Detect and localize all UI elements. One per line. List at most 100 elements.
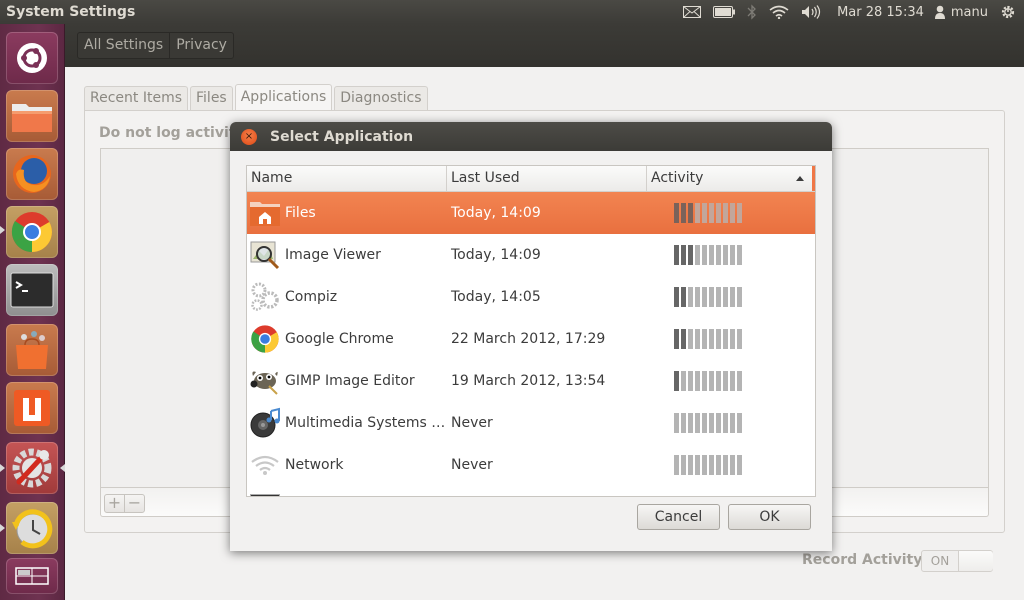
activity-bar-empty [695,203,700,223]
launcher-workspace-switcher[interactable] [6,558,58,594]
activity-bar-empty [716,245,721,265]
activity-bar-empty [695,371,700,391]
app-last-used: 22 March 2012, 17:29 [451,331,606,347]
activity-meter [674,287,742,307]
column-header-activity[interactable]: Activity [647,166,815,191]
activity-bar-empty [730,371,735,391]
activity-bar-empty [730,203,735,223]
record-activity-toggle[interactable]: ON [921,550,993,572]
activity-bar-empty [688,413,693,433]
activity-meter [674,329,742,349]
tab-files[interactable]: Files [190,86,233,110]
toggle-knob[interactable] [958,551,993,571]
app-name: Network [285,457,344,473]
volume-icon[interactable] [801,0,821,24]
running-indicator [0,524,5,532]
breadcrumb-privacy[interactable]: Privacy [170,33,233,58]
list-row-gimp[interactable]: GIMP Image Editor 19 March 2012, 13:54 [247,360,815,402]
activity-bar-filled [674,203,679,223]
launcher-ubuntu-one[interactable] [6,382,58,434]
list-row-image-viewer[interactable]: Image Viewer Today, 14:09 [247,234,815,276]
toggle-state-label: ON [930,554,950,568]
launcher-terminal[interactable] [6,264,58,316]
user-menu[interactable]: manu [934,0,988,24]
launcher-files[interactable] [6,90,58,142]
activity-bar-empty [702,371,707,391]
activity-bar-empty [723,203,728,223]
mail-icon[interactable] [683,0,702,24]
list-row-network[interactable]: Network Never [247,444,815,486]
user-name: manu [950,4,988,20]
activity-bar-empty [695,329,700,349]
add-application-button[interactable]: + [104,494,125,513]
launcher-chrome[interactable] [6,206,58,258]
activity-bar-empty [730,245,735,265]
battery-icon[interactable] [713,0,736,24]
dialog-titlebar[interactable]: × Select Application [230,122,832,151]
running-indicator [0,464,5,472]
activity-bar-empty [737,203,742,223]
activity-bar-empty [709,455,714,475]
tab-diagnostics[interactable]: Diagnostics [334,86,428,110]
activity-meter [674,455,742,475]
column-header-name[interactable]: Name [247,166,447,191]
activity-bar-filled [681,329,686,349]
activity-bar-filled [674,245,679,265]
activity-bar-filled [688,203,693,223]
cancel-button[interactable]: Cancel [637,504,720,530]
activity-bar-empty [709,245,714,265]
breadcrumb-all-settings[interactable]: All Settings [78,33,171,58]
activity-bar-empty [681,371,686,391]
app-last-used: Never [451,457,493,473]
column-header-last-used[interactable]: Last Used [447,166,647,191]
clock[interactable]: Mar 28 15:34 [837,0,924,24]
activity-meter [674,203,742,223]
activity-bar-empty [716,287,721,307]
application-list[interactable]: Name Last Used Activity Files Today, 14:… [246,165,816,497]
activity-bar-filled [674,287,679,307]
list-row-multimedia-systems[interactable]: Multimedia Systems … Never [247,402,815,444]
activity-bar-empty [723,371,728,391]
activity-bar-empty [688,287,693,307]
network-wifi-icon [249,449,281,481]
launcher-dash-home[interactable] [6,32,58,84]
app-last-used: Today, 14:09 [451,205,541,221]
tab-applications[interactable]: Applications [234,84,333,110]
activity-bar-empty [737,329,742,349]
remove-application-button[interactable]: − [124,494,145,513]
app-last-used: Today, 14:09 [451,247,541,263]
launcher-software-center[interactable] [6,324,58,376]
app-name: Google Chrome [285,331,394,347]
shopping-bag-icon [16,331,48,369]
activity-bar-empty [730,455,735,475]
breadcrumb: All Settings Privacy [77,32,234,59]
launcher-system-settings[interactable] [6,442,58,494]
dialog-title: Select Application [270,128,414,145]
activity-bar-filled [681,203,686,223]
activity-bar-empty [681,455,686,475]
activity-bar-empty [709,203,714,223]
activity-bar-empty [709,413,714,433]
select-application-dialog: × Select Application Name Last Used Acti… [230,122,832,551]
app-last-used: Today, 14:05 [451,289,541,305]
activity-bar-empty [730,329,735,349]
list-row-compiz[interactable]: Compiz Today, 14:05 [247,276,815,318]
files-home-folder-icon [249,197,281,229]
launcher-firefox[interactable] [6,148,58,200]
activity-bar-empty [702,287,707,307]
ok-button[interactable]: OK [728,504,811,530]
launcher-backup[interactable] [6,502,58,554]
wifi-icon[interactable] [769,0,789,24]
list-row-files[interactable]: Files Today, 14:09 [247,192,815,234]
app-last-used: Never [451,415,493,431]
power-gear-icon[interactable] [1000,0,1016,24]
bluetooth-icon[interactable] [747,0,757,24]
list-row-google-chrome[interactable]: Google Chrome 22 March 2012, 17:29 [247,318,815,360]
activity-bar-empty [688,329,693,349]
close-icon[interactable]: × [241,128,257,145]
chrome-icon [249,323,281,355]
tab-recent-items[interactable]: Recent Items [84,86,188,110]
activity-bar-filled [674,371,679,391]
workspace-switcher-icon [15,567,49,585]
app-name: GIMP Image Editor [285,373,415,389]
